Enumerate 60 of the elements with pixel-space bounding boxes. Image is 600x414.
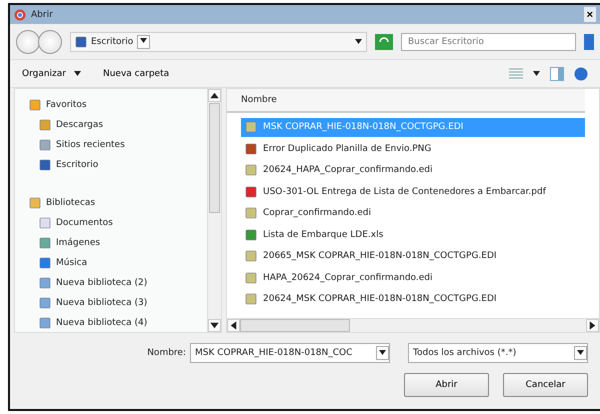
file-icon [245, 207, 257, 220]
caret-icon [577, 350, 584, 354]
view-caret-icon [533, 71, 540, 76]
file-type-dropdown[interactable]: Todos los archivos (*.*) [408, 343, 588, 363]
sidebar-group[interactable]: Favoritos [46, 100, 87, 110]
new-folder-button[interactable]: Nueva carpeta [103, 68, 170, 78]
column-header[interactable]: Nombre [227, 89, 585, 113]
horizontal-scrollbar[interactable] [227, 318, 599, 332]
file-row[interactable]: 20624_MSK COPRAR_HIE-018N-018N_COCTGPG.EDI [241, 290, 585, 308]
location-label: Escritorio [91, 36, 134, 46]
back-button[interactable] [16, 30, 40, 54]
forward-button[interactable] [38, 30, 62, 54]
scroll-down-icon[interactable] [208, 319, 221, 332]
caret-icon [140, 38, 148, 43]
browser-icon [14, 8, 26, 20]
file-row[interactable]: Coprar_confirmando.edi [241, 204, 585, 222]
address-bar[interactable]: Escritorio [70, 32, 367, 52]
location-dropdown[interactable] [137, 34, 150, 48]
close-button[interactable]: × [584, 7, 596, 22]
file-row[interactable]: Error Duplicado Planilla de Envio.PNG [241, 140, 585, 158]
sidebar-item[interactable]: Nueva biblioteca (4) [56, 318, 148, 328]
scroll-right-icon[interactable] [586, 319, 599, 332]
file-row[interactable]: HAPA_20624_Coprar_confirmando.edi [241, 268, 585, 287]
sidebar-item[interactable]: Sitios recientes [56, 140, 125, 150]
history-caret-icon [355, 39, 362, 44]
cancel-button[interactable]: Cancelar [503, 373, 588, 397]
scrollbar[interactable] [207, 89, 221, 332]
search-field[interactable]: Buscar Escritorio [401, 32, 576, 50]
sidebar-item[interactable]: Música [56, 258, 88, 268]
sidebar-item[interactable]: Documentos [56, 218, 113, 228]
file-name-label: Nombre: [147, 348, 186, 358]
caret-icon [74, 71, 81, 76]
organize-menu[interactable]: Organizar [22, 68, 81, 78]
sidebar-item[interactable]: Nueva biblioteca (2) [56, 278, 148, 288]
file-icon [245, 293, 257, 306]
caret-icon [379, 350, 386, 354]
file-icon [245, 186, 257, 198]
sidebar-item[interactable]: Imágenes [56, 238, 100, 248]
file-row[interactable]: USO-301-OL Entrega de Lista de Contenedores a Embarcar.pdf [241, 182, 585, 201]
file-icon [245, 250, 257, 262]
view-list-icon[interactable] [509, 68, 523, 80]
file-icon [245, 164, 257, 176]
preview-pane-icon[interactable] [550, 66, 564, 80]
open-button[interactable]: Abrir [404, 373, 489, 397]
file-row[interactable]: 20665_MSK COPRAR_HIE-018N-018N_COCTGPG.EDI [241, 247, 585, 266]
file-name-field[interactable]: MSK COPRAR_HIE-018N-018N_COC [190, 343, 390, 363]
file-row[interactable]: 20624_HAPA_Coprar_confirmando.edi [241, 161, 585, 180]
sidebar-item[interactable]: Nueva biblioteca (3) [56, 298, 148, 308]
sidebar-item[interactable]: Descargas [56, 120, 104, 130]
scroll-left-icon[interactable] [227, 319, 240, 332]
refresh-icon[interactable] [375, 34, 393, 50]
file-icon [245, 121, 257, 134]
file-icon [245, 142, 257, 155]
sidebar-item[interactable]: Escritorio [56, 160, 98, 170]
file-row[interactable]: Lista de Embarque LDE.xls [241, 226, 585, 244]
file-icon [245, 272, 257, 284]
window-title: Abrir [31, 10, 53, 20]
scroll-up-icon[interactable] [208, 89, 221, 102]
sidebar-group[interactable]: Bibliotecas [46, 198, 96, 208]
file-icon [245, 228, 257, 241]
